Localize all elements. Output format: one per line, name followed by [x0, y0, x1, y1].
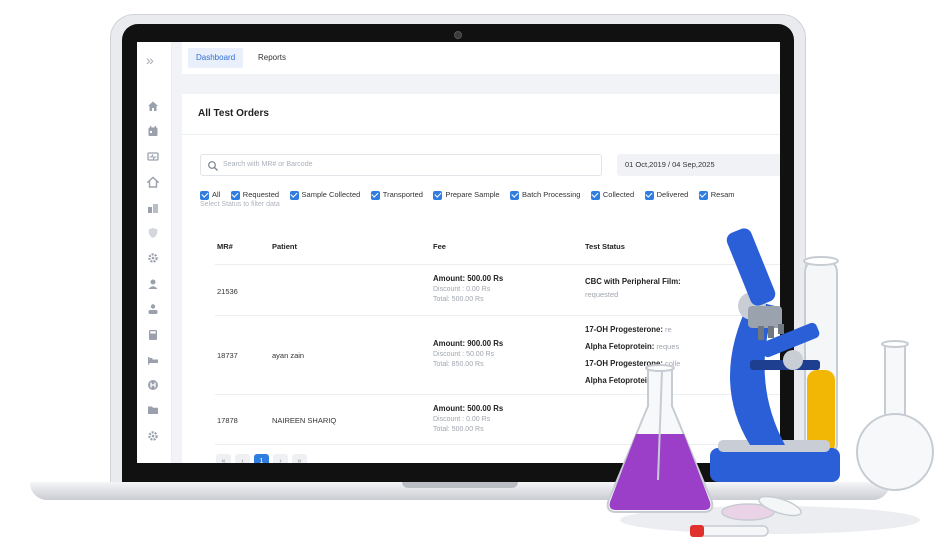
search-icon — [207, 159, 219, 171]
next-page-button[interactable]: › — [273, 454, 288, 463]
filter-transported[interactable]: Transported — [370, 190, 423, 200]
filter-hint: Select Status to filter data — [200, 201, 280, 208]
filter-requested[interactable]: Requested — [230, 190, 279, 200]
mr-number: 21536 — [217, 287, 238, 296]
expand-sidebar-icon[interactable]: » — [146, 52, 154, 68]
filter-resample[interactable]: Resam — [698, 190, 735, 200]
tab-reports[interactable]: Reports — [250, 48, 294, 68]
settings-icon[interactable] — [147, 430, 159, 442]
fee-cell: Amount: 900.00 Rs Discount : 50.00 Rs To… — [433, 339, 504, 368]
tab-dashboard[interactable]: Dashboard — [188, 48, 244, 68]
pagination: « ‹ 1 › » — [216, 454, 311, 463]
gear-icon[interactable] — [147, 252, 159, 264]
home-icon[interactable] — [147, 100, 159, 112]
mr-number: 17878 — [217, 416, 238, 425]
fee-cell: Amount: 500.00 Rs Discount : 0.00 Rs Tot… — [433, 404, 504, 433]
checkbox-checked-icon — [433, 190, 443, 200]
page-title: All Test Orders — [198, 108, 269, 119]
laptop-notch — [402, 482, 518, 488]
user-icon[interactable] — [147, 278, 159, 290]
filter-batch-processing[interactable]: Batch Processing — [510, 190, 580, 200]
shield-icon[interactable] — [147, 227, 159, 239]
sidebar: » — [137, 42, 172, 463]
filter-collected[interactable]: Collected — [590, 190, 634, 200]
lab-equipment-illustration — [606, 228, 934, 537]
page-button-current[interactable]: 1 — [254, 454, 269, 463]
hospital-icon[interactable] — [147, 379, 159, 391]
petri-dish-icon — [721, 495, 802, 521]
filter-all[interactable]: All — [200, 190, 220, 200]
date-range-picker[interactable]: 01 Oct,2019 / 04 Sep,2025 — [617, 154, 780, 176]
top-tabs: Dashboard Reports — [182, 42, 780, 74]
first-page-button[interactable]: « — [216, 454, 231, 463]
monitor-icon[interactable] — [147, 151, 159, 163]
search-input[interactable]: Search with MR# or Barcode — [200, 154, 602, 176]
building-icon[interactable] — [147, 202, 159, 214]
checkbox-checked-icon — [510, 190, 520, 200]
calendar-icon[interactable] — [147, 125, 159, 137]
checkbox-checked-icon — [698, 190, 708, 200]
mr-number: 18737 — [217, 351, 238, 360]
filter-delivered[interactable]: Delivered — [644, 190, 688, 200]
user-group-icon[interactable] — [147, 303, 159, 315]
column-header-mr[interactable]: MR# — [217, 242, 233, 251]
filter-prepare-sample[interactable]: Prepare Sample — [433, 190, 500, 200]
patient-name: ayan zain — [272, 351, 305, 360]
patient-name: NAIREEN SHARIQ — [272, 416, 337, 425]
checkbox-checked-icon — [230, 190, 240, 200]
checkbox-checked-icon — [200, 190, 209, 200]
house-icon[interactable] — [146, 176, 160, 188]
column-header-patient[interactable]: Patient — [272, 242, 297, 251]
conical-flask-icon — [606, 364, 714, 513]
checkbox-checked-icon — [644, 190, 654, 200]
calculator-icon[interactable] — [147, 329, 159, 341]
bed-icon[interactable] — [147, 354, 159, 366]
checkbox-checked-icon — [289, 190, 299, 200]
sample-vial-icon — [690, 525, 769, 537]
search-placeholder: Search with MR# or Barcode — [223, 161, 313, 168]
filter-sample-collected[interactable]: Sample Collected — [289, 190, 360, 200]
test-tube-icon — [803, 256, 839, 457]
column-header-fee[interactable]: Fee — [433, 242, 446, 251]
checkbox-checked-icon — [590, 190, 600, 200]
folder-icon[interactable] — [147, 404, 159, 416]
last-page-button[interactable]: » — [292, 454, 307, 463]
fee-cell: Amount: 500.00 Rs Discount : 0.00 Rs Tot… — [433, 274, 504, 303]
checkbox-checked-icon — [370, 190, 380, 200]
divider — [182, 134, 780, 135]
webcam — [454, 31, 462, 39]
round-flask-icon — [856, 340, 934, 491]
status-filters: All Requested Sample Collected Transport… — [200, 186, 780, 200]
prev-page-button[interactable]: ‹ — [235, 454, 250, 463]
